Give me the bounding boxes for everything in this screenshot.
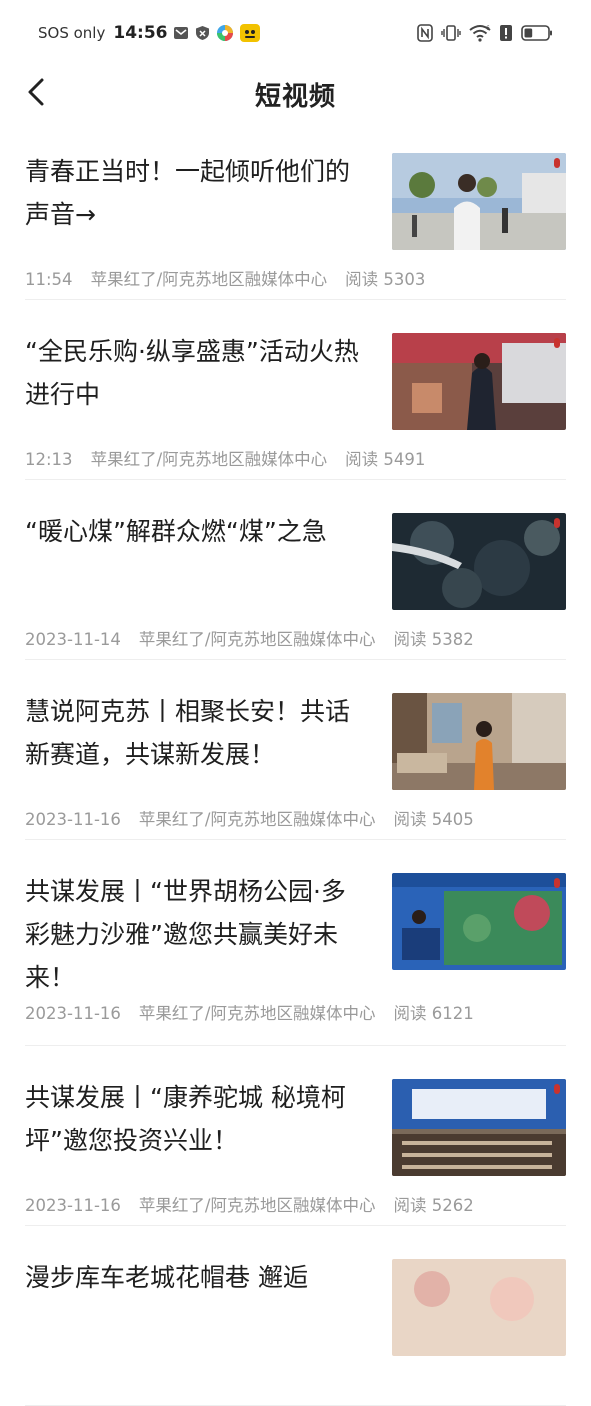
article-time: 12:13 — [25, 450, 73, 469]
article-item[interactable]: 漫步库车老城花帽巷 邂逅 — [25, 1226, 566, 1406]
article-reads: 阅读 5405 — [393, 810, 474, 829]
channel-logo-icon — [554, 158, 560, 168]
article-time: 11:54 — [25, 270, 73, 289]
nfc-icon — [417, 24, 433, 42]
wifi-icon: 6 — [469, 24, 491, 42]
article-item[interactable]: “全民乐购·纵享盛惠”活动火热进行中 12:13 苹果红了/阿克苏地区融媒体中心阅… — [25, 300, 566, 480]
mail-icon — [173, 25, 189, 41]
article-meta: 2023-11-16 苹果红了/阿克苏地区融媒体中心 阅读 6121 — [25, 1000, 492, 1024]
article-item[interactable]: 共谋发展丨“康养驼城 秘境柯坪”邀您投资兴业！ 2023-11-16 苹果红了/阿… — [25, 1046, 566, 1226]
shield-icon — [195, 25, 210, 41]
article-item[interactable]: 共谋发展丨“世界胡杨公园·多彩魅力沙雅”邀您共赢美好未来！ 2023-11-16… — [25, 840, 566, 1046]
alert-icon — [499, 24, 513, 42]
article-title: “暖心煤”解群众燃“煤”之急 — [25, 517, 327, 546]
article-thumbnail — [392, 1259, 566, 1356]
article-meta: 2023-11-16 苹果红了/阿克苏地区融媒体中心 阅读 5405 — [25, 806, 492, 830]
svg-text:6: 6 — [486, 25, 490, 32]
article-thumbnail — [392, 153, 566, 250]
nav-bar: 短视频 — [0, 66, 591, 120]
article-reads: 阅读 5303 — [345, 270, 426, 289]
article-source: 苹果红了/阿克苏地区融媒体中心 — [138, 630, 376, 649]
page-title: 短视频 — [254, 82, 336, 112]
article-item[interactable]: “暖心煤”解群众燃“煤”之急 2023-11-14 苹果红了/阿克苏地区融媒体中心… — [25, 480, 566, 660]
status-bar: SOS only 14:56 6 — [0, 0, 591, 66]
article-reads: 阅读 5382 — [393, 630, 474, 649]
article-meta: 2023-11-16 苹果红了/阿克苏地区融媒体中心 阅读 5262 — [25, 1192, 492, 1216]
article-source: 苹果红了/阿克苏地区融媒体中心 — [90, 450, 328, 469]
article-source: 苹果红了/阿克苏地区融媒体中心 — [138, 810, 376, 829]
channel-logo-icon — [554, 878, 560, 888]
article-thumbnail — [392, 693, 566, 790]
channel-logo-icon — [554, 338, 560, 348]
article-thumbnail — [392, 333, 566, 430]
battery-icon — [521, 24, 553, 42]
article-meta: 12:13 苹果红了/阿克苏地区融媒体中心 阅读 5491 — [25, 446, 443, 470]
article-title: 青春正当时！一起倾听他们的声音→ — [25, 157, 351, 229]
article-item[interactable]: 慧说阿克苏丨相聚长安！共话新赛道，共谋新发展！ 2023-11-16 苹果红了/阿… — [25, 660, 566, 840]
channel-logo-icon — [554, 1084, 560, 1094]
article-thumbnail — [392, 513, 566, 610]
channel-logo-icon — [554, 518, 560, 528]
article-meta: 11:54 苹果红了/阿克苏地区融媒体中心 阅读 5303 — [25, 266, 443, 290]
article-reads: 阅读 6121 — [393, 1004, 474, 1023]
article-time: 2023-11-16 — [25, 1196, 121, 1215]
vibrate-icon — [441, 24, 461, 42]
clock: 14:56 — [113, 23, 168, 43]
article-time: 2023-11-16 — [25, 1004, 121, 1023]
article-reads: 阅读 5491 — [345, 450, 426, 469]
article-source: 苹果红了/阿克苏地区融媒体中心 — [138, 1196, 376, 1215]
article-meta: 2023-11-14 苹果红了/阿克苏地区融媒体中心 阅读 5382 — [25, 626, 492, 650]
article-title: “全民乐购·纵享盛惠”活动火热进行中 — [25, 337, 359, 409]
article-time: 2023-11-14 — [25, 630, 121, 649]
article-title: 漫步库车老城花帽巷 邂逅 — [25, 1263, 308, 1292]
app-yellow-icon — [240, 24, 261, 42]
app-colorful-icon — [216, 24, 234, 42]
carrier-label: SOS only — [38, 24, 106, 42]
article-title: 共谋发展丨“世界胡杨公园·多彩魅力沙雅”邀您共赢美好未来！ — [25, 877, 346, 992]
article-time: 2023-11-16 — [25, 810, 121, 829]
article-thumbnail — [392, 1079, 566, 1176]
article-title: 慧说阿克苏丨相聚长安！共话新赛道，共谋新发展！ — [25, 697, 351, 769]
article-source: 苹果红了/阿克苏地区融媒体中心 — [138, 1004, 376, 1023]
article-thumbnail — [392, 873, 566, 970]
article-item[interactable]: 青春正当时！一起倾听他们的声音→ 11:54 苹果红了/阿克苏地区融媒体中心 阅读 … — [25, 120, 566, 300]
article-reads: 阅读 5262 — [393, 1196, 474, 1215]
article-source: 苹果红了/阿克苏地区融媒体中心 — [90, 270, 328, 289]
article-title: 共谋发展丨“康养驼城 秘境柯坪”邀您投资兴业！ — [25, 1083, 346, 1155]
article-list: 青春正当时！一起倾听他们的声音→ 11:54 苹果红了/阿克苏地区融媒体中心 阅读 … — [0, 120, 591, 1406]
